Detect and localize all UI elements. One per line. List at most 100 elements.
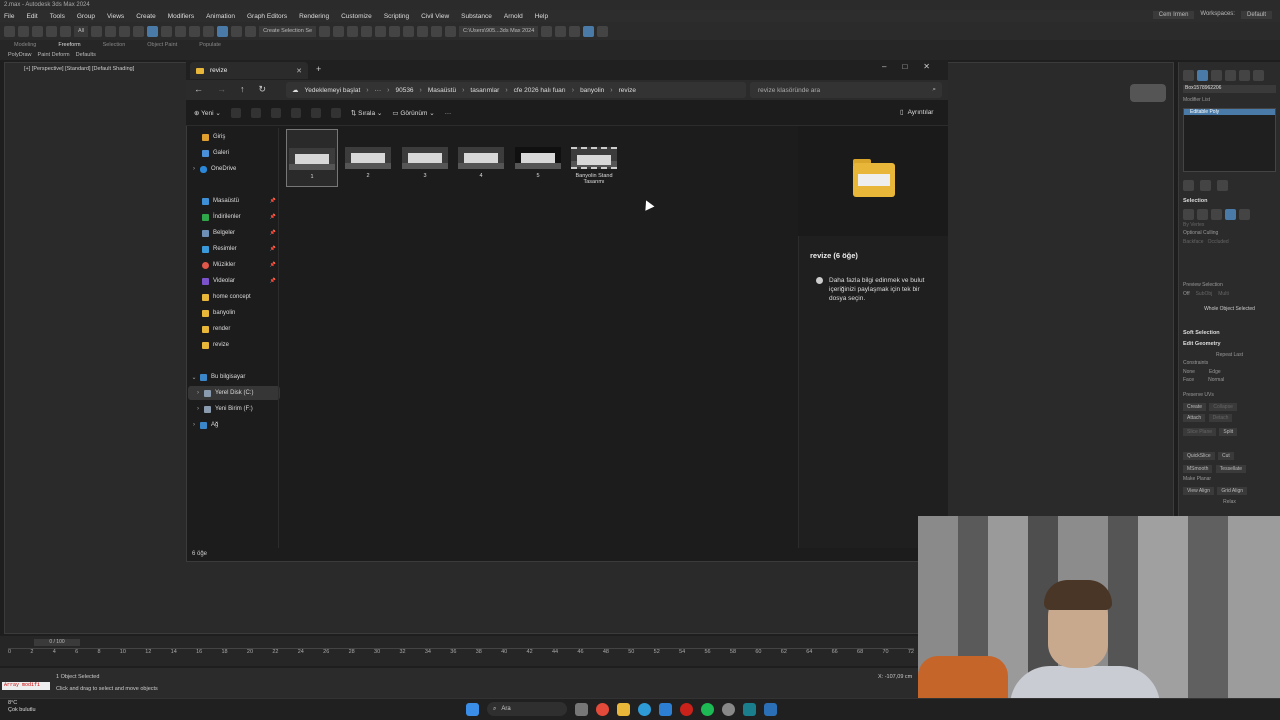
nav-item-banyolin[interactable]: banyolin: [188, 306, 280, 320]
refresh-icon[interactable]: ↻: [259, 84, 267, 95]
workspace-select[interactable]: Default: [1240, 11, 1272, 19]
project-path[interactable]: C:\Users\905...3ds Max 2024: [459, 25, 539, 37]
ribbon-tab-object-paint[interactable]: Object Paint: [147, 42, 177, 48]
edit-geometry-rollout[interactable]: Edit Geometry: [1183, 341, 1276, 347]
nav-item-gallery[interactable]: Galeri: [188, 146, 280, 160]
viewport-label[interactable]: [+] [Perspective] [Standard] [Default Sh…: [24, 66, 134, 72]
file-explorer-icon[interactable]: [617, 702, 630, 716]
view-button[interactable]: ▭ Görünüm ⌄: [392, 109, 434, 117]
taskbar-search[interactable]: ⌕ Ara: [487, 702, 567, 716]
quickslice-button[interactable]: QuickSlice: [1183, 452, 1215, 460]
grid-icon[interactable]: [583, 25, 595, 37]
nav-item-local-disk[interactable]: › Yerel Disk (C:): [188, 386, 280, 400]
stack-item-editable-poly[interactable]: Editable Poly: [1184, 109, 1275, 115]
menu-tools[interactable]: Tools: [50, 13, 65, 20]
percent-snap-icon[interactable]: [231, 25, 243, 37]
selection-rollout[interactable]: Selection: [1183, 198, 1276, 204]
pane-divider[interactable]: [278, 128, 279, 548]
delete-icon[interactable]: [330, 108, 341, 118]
modifier-list[interactable]: Modifier List: [1183, 97, 1276, 103]
edge-icon[interactable]: [1197, 209, 1208, 220]
menu-file[interactable]: File: [4, 13, 14, 20]
rect-select-icon[interactable]: [119, 25, 131, 37]
nav-item-home-concept[interactable]: home concept: [188, 290, 280, 304]
chrome-icon[interactable]: [596, 702, 609, 716]
curve-editor-icon[interactable]: [375, 25, 387, 37]
more-options-button[interactable]: ···: [445, 110, 452, 117]
soft-selection-rollout[interactable]: Soft Selection: [1183, 330, 1276, 336]
store-icon[interactable]: [659, 702, 672, 716]
create-tab-icon[interactable]: [1183, 70, 1194, 81]
menu-views[interactable]: Views: [107, 13, 124, 20]
ribbon-tab-selection[interactable]: Selection: [103, 42, 126, 48]
copy-icon[interactable]: [250, 108, 261, 118]
constraint-none-radio[interactable]: None: [1183, 369, 1195, 375]
nav-item-revize[interactable]: revize: [188, 338, 280, 352]
chevron-right-icon[interactable]: ›: [190, 166, 198, 172]
menu-animation[interactable]: Animation: [206, 13, 235, 20]
user-account[interactable]: Cem Irmen: [1152, 11, 1195, 19]
render-setup-icon[interactable]: [417, 25, 429, 37]
spinner-snap-icon[interactable]: [245, 25, 257, 37]
constraint-edge-radio[interactable]: Edge: [1209, 369, 1221, 375]
scene-explorer-icon[interactable]: [361, 25, 373, 37]
vertex-icon[interactable]: [1183, 209, 1194, 220]
create-button[interactable]: Create: [1183, 403, 1207, 411]
unlink-icon[interactable]: [46, 25, 57, 37]
chevron-down-icon[interactable]: ⌄: [190, 374, 198, 381]
menu-group[interactable]: Group: [77, 13, 95, 20]
nav-item-videos[interactable]: Videolar 📌: [188, 274, 280, 288]
share-icon[interactable]: [310, 108, 321, 118]
collapse-button[interactable]: Collapse: [1209, 403, 1237, 411]
select-by-name-icon[interactable]: [105, 25, 117, 37]
task-view-icon[interactable]: [575, 702, 588, 716]
nav-item-downloads[interactable]: İndirilenler 📌: [188, 210, 280, 224]
opera-icon[interactable]: [680, 702, 693, 716]
undo-icon[interactable]: [4, 25, 15, 37]
make-planar-button[interactable]: Make Planar: [1183, 476, 1276, 482]
open-explorer-icon[interactable]: [541, 25, 553, 37]
preview-off-radio[interactable]: Off: [1183, 291, 1190, 297]
crumb-revize[interactable]: revize: [619, 87, 636, 94]
close-icon[interactable]: ✕: [923, 62, 930, 71]
viewcube-icon[interactable]: [1130, 84, 1166, 102]
nav-item-new-volume[interactable]: › Yeni Birim (F:): [188, 402, 280, 416]
menu-create[interactable]: Create: [136, 13, 156, 20]
snap-icon[interactable]: [203, 25, 215, 37]
forward-arrow-icon[interactable]: →: [217, 84, 226, 95]
ribbon-paint-deform[interactable]: Paint Deform: [38, 52, 70, 58]
configure-sets-icon[interactable]: [1217, 180, 1228, 191]
new-button[interactable]: ⊕ Yeni ⌄: [194, 109, 221, 117]
schematic-view-icon[interactable]: [389, 25, 401, 37]
timeline-ruler[interactable]: 0 2 4 6 8 10 12 14 16 18 20 22 24 26 28 30 32 34 36 38 40 42 4…: [8, 648, 914, 662]
constraint-normal-radio[interactable]: Normal: [1208, 377, 1224, 383]
menu-civil-view[interactable]: Civil View: [421, 13, 449, 20]
layer-explorer-icon[interactable]: [347, 25, 359, 37]
maxscript-listener[interactable]: Array modifi: [2, 682, 50, 690]
msmooth-button[interactable]: MSmooth: [1183, 465, 1213, 473]
nav-item-home[interactable]: Giriş: [188, 130, 280, 144]
display-tab-icon[interactable]: [1239, 70, 1250, 81]
redo-icon[interactable]: [18, 25, 29, 37]
link-icon[interactable]: [32, 25, 43, 37]
crumb-cfe[interactable]: cfe 2026 halı fuarı: [514, 87, 566, 94]
render-frame-icon[interactable]: [431, 25, 443, 37]
spotify-icon[interactable]: [701, 702, 714, 716]
crumb-backup[interactable]: Yedeklemeyi başlat: [305, 87, 361, 94]
maximize-icon[interactable]: □: [902, 62, 907, 71]
preview-multi-radio[interactable]: Multi: [1218, 291, 1229, 297]
back-arrow-icon[interactable]: ←: [194, 84, 203, 95]
menu-customize[interactable]: Customize: [341, 13, 372, 20]
pin-stack-icon[interactable]: [1183, 180, 1194, 191]
placement-icon[interactable]: [189, 25, 201, 37]
address-bar[interactable]: ☁ Yedeklemeyi başlat › ··· › 90536 › Mas…: [286, 82, 746, 98]
crumb-desktop[interactable]: Masaüstü: [428, 87, 456, 94]
attach-button[interactable]: Attach: [1183, 414, 1206, 422]
nav-item-documents[interactable]: Belgeler 📌: [188, 226, 280, 240]
constraint-face-radio[interactable]: Face: [1183, 377, 1194, 383]
sort-button[interactable]: ⇅ Sırala ⌄: [351, 109, 383, 117]
show-end-result-icon[interactable]: [1200, 180, 1211, 191]
start-icon[interactable]: [466, 702, 479, 716]
selection-filter[interactable]: All: [74, 25, 89, 37]
crumb-tasarimlar[interactable]: tasarımlar: [470, 87, 499, 94]
